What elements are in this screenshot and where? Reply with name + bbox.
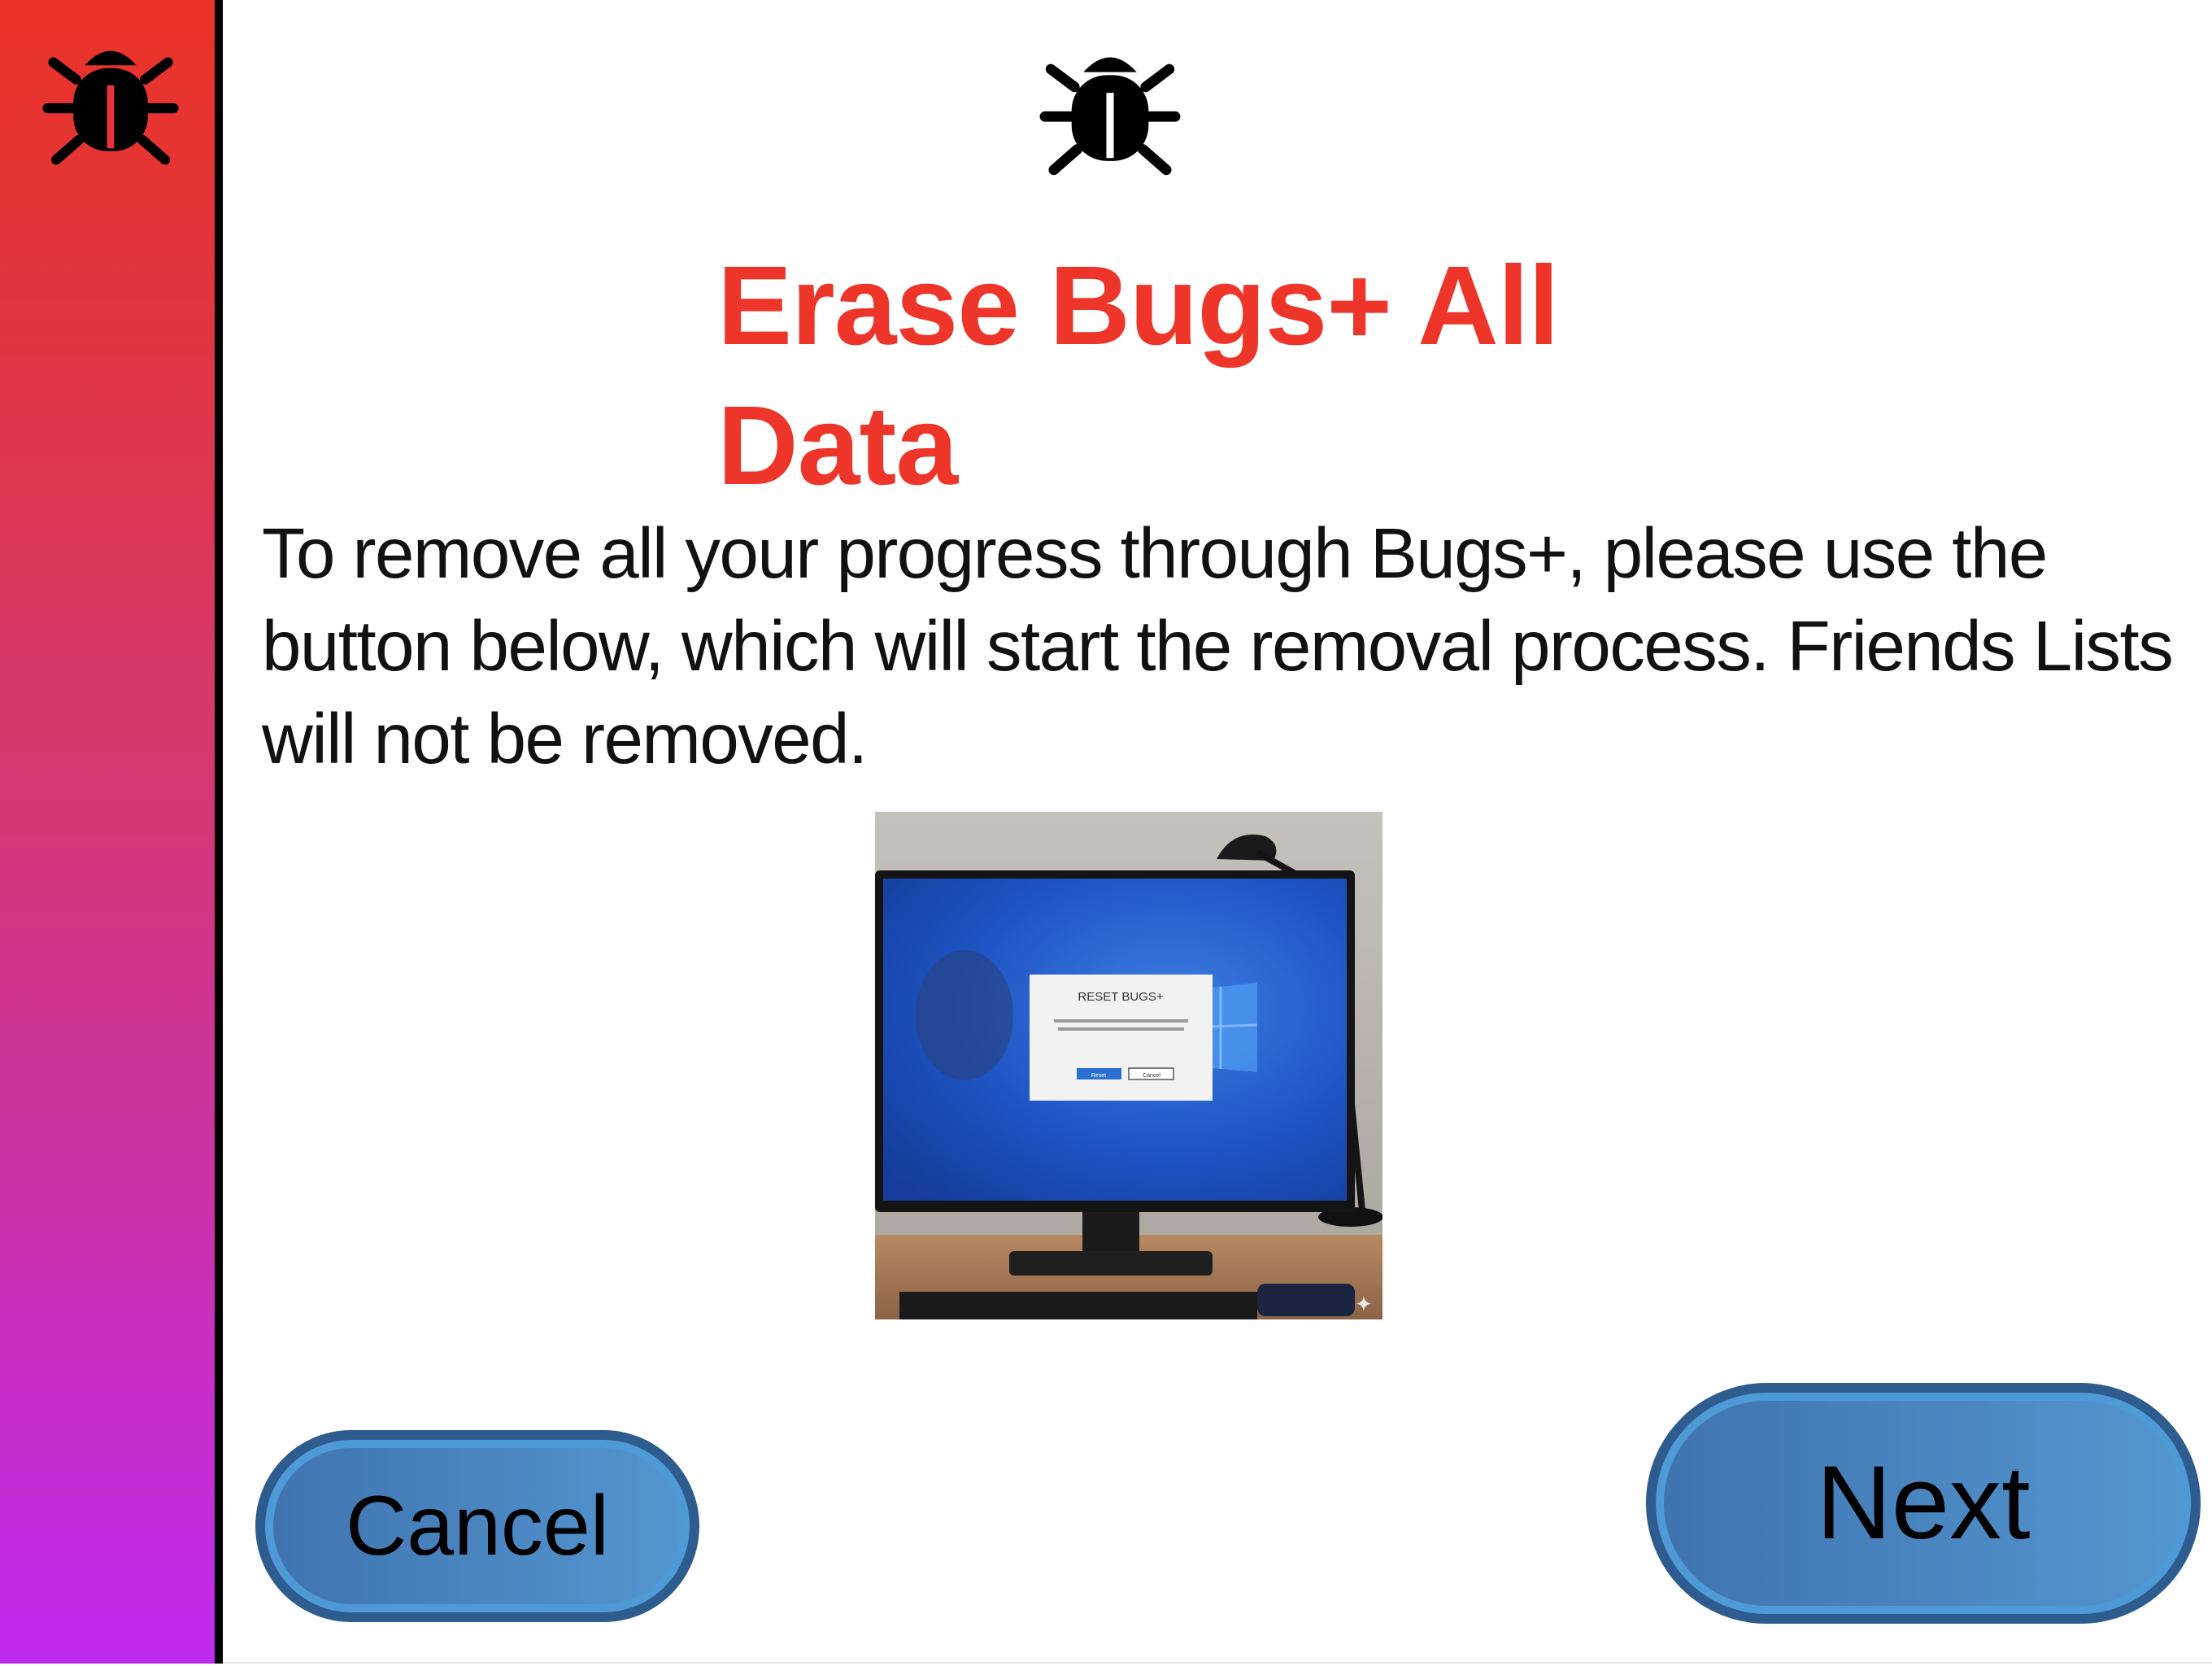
illustration-image: RESET BUGS+ Reset Cancel ✦ <box>875 812 1382 1319</box>
dialog-reset-label: Reset <box>1091 1073 1106 1079</box>
svg-text:✦: ✦ <box>1355 1293 1373 1317</box>
page-title: Erase Bugs+ All Data <box>717 243 1560 508</box>
erase-data-window: Erase Bugs+ All Data To remove all your … <box>0 0 2212 1666</box>
dialog-title: RESET BUGS+ <box>1078 990 1163 1004</box>
window-bottom-border <box>223 1662 2212 1664</box>
bug-icon <box>1039 57 1181 176</box>
dialog-cancel-label: Cancel <box>1143 1073 1160 1079</box>
description-text: To remove all your progress through Bugs… <box>262 514 2174 778</box>
next-button[interactable]: Next <box>1646 1383 2201 1624</box>
sidebar <box>0 0 215 1664</box>
bug-icon <box>42 50 179 165</box>
cancel-button[interactable]: Cancel <box>255 1430 699 1622</box>
monitor-photo: RESET BUGS+ Reset Cancel ✦ <box>875 812 1382 1319</box>
sidebar-divider <box>215 0 223 1664</box>
